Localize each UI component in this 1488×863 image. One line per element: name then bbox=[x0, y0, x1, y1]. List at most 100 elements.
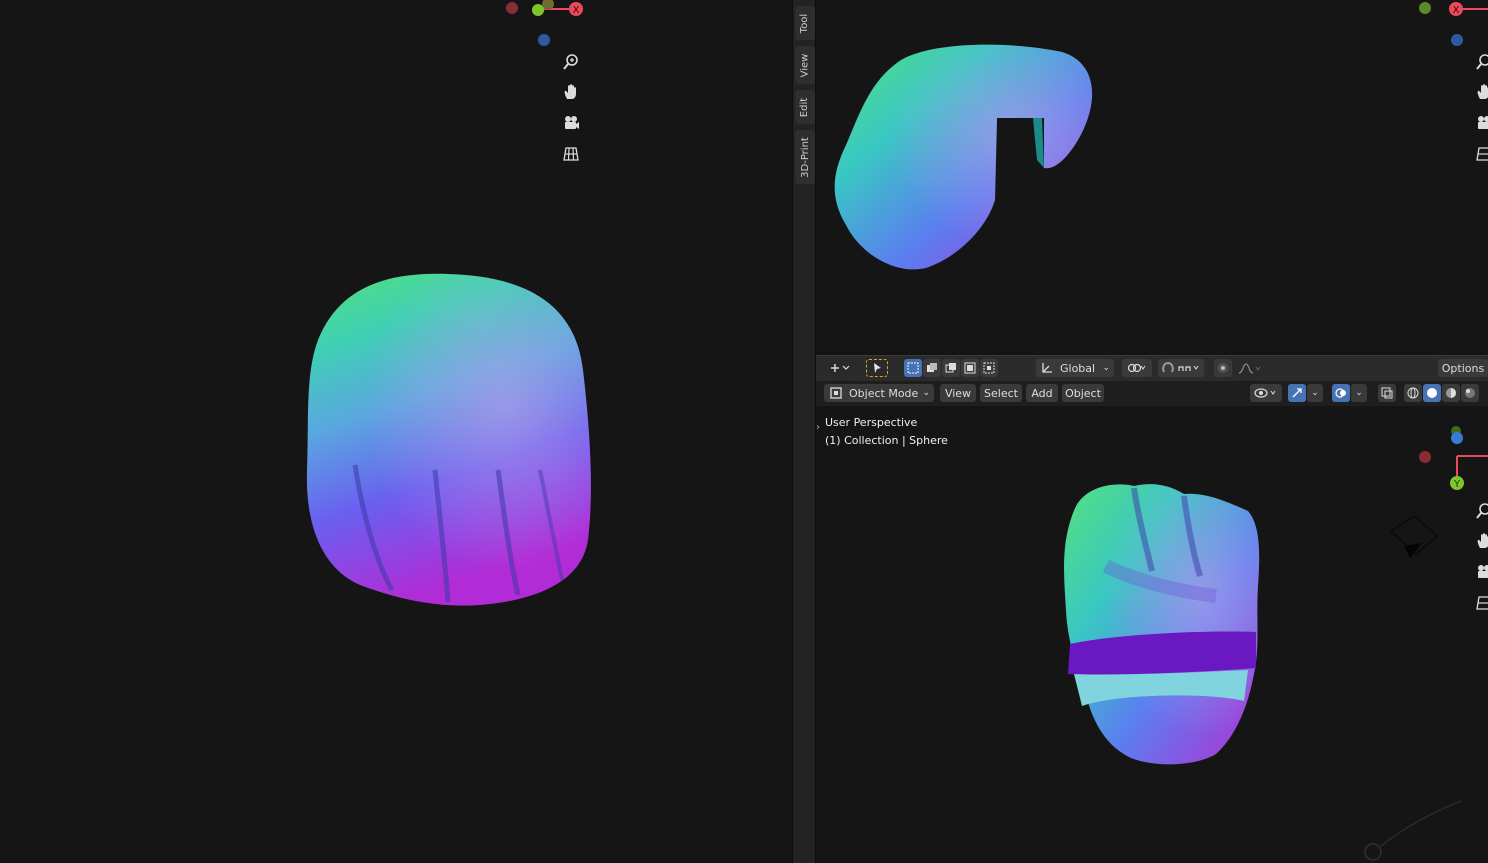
gizmo-dropdown[interactable]: ⌄ bbox=[1307, 384, 1323, 402]
xray-toggle[interactable] bbox=[1378, 384, 1396, 402]
camera-object[interactable] bbox=[1389, 515, 1440, 558]
camera-icon-tr[interactable] bbox=[1472, 111, 1488, 135]
select-mode-invert-button[interactable] bbox=[961, 359, 979, 377]
select-mode-new-button[interactable] bbox=[904, 359, 922, 377]
hand-pan-icon-br[interactable] bbox=[1472, 529, 1488, 553]
link-chain-icon bbox=[1127, 363, 1146, 373]
viewport-header: Object Mode ⌄ View Select Add Object ⌄ ⌄ bbox=[816, 381, 1488, 406]
tool-settings-header: Global ⌄ Options bbox=[816, 355, 1488, 381]
select-extend-icon bbox=[927, 363, 937, 372]
proportional-dot-icon bbox=[1218, 363, 1228, 373]
bottom-right-viewport-canvas: Y bbox=[1062, 426, 1488, 861]
select-invert-icon bbox=[964, 362, 976, 374]
viewport-bottom-right[interactable]: User Perspective (1) Collection | Sphere… bbox=[816, 406, 1488, 863]
magnet-snap-icon bbox=[1162, 361, 1199, 373]
snap-toggle-dropdown[interactable] bbox=[1158, 359, 1204, 377]
material-sphere-icon bbox=[1446, 388, 1456, 398]
overlays-dropdown[interactable]: ⌄ bbox=[1351, 384, 1367, 402]
menu-view-label: View bbox=[944, 386, 972, 400]
shading-wireframe-button[interactable] bbox=[1404, 384, 1422, 402]
options-label: Options bbox=[1441, 361, 1485, 375]
viewport-left[interactable]: X bbox=[0, 0, 792, 863]
wireframe-sphere-icon bbox=[1407, 387, 1419, 399]
menu-object-label: Object bbox=[1065, 386, 1101, 400]
camera-icon-br[interactable] bbox=[1472, 560, 1488, 584]
tab-3d-print-label: 3D-Print bbox=[799, 136, 811, 178]
xray-icon bbox=[1381, 387, 1393, 399]
menu-add-label: Add bbox=[1031, 386, 1053, 400]
select-new-icon bbox=[907, 362, 919, 374]
fist-mesh-bottom-right[interactable] bbox=[1062, 484, 1260, 765]
tab-tool-label: Tool bbox=[799, 13, 811, 33]
shading-solid-button[interactable] bbox=[1423, 384, 1441, 402]
chevron-down-icon: ⌄ bbox=[1311, 388, 1319, 398]
overlays-toggle[interactable] bbox=[1332, 384, 1350, 402]
orientation-label: Global bbox=[1060, 361, 1096, 375]
select-intersect-icon bbox=[983, 362, 995, 374]
chevron-down-icon: ⌄ bbox=[922, 388, 930, 398]
transform-orientation-dropdown[interactable]: Global ⌄ bbox=[1036, 359, 1114, 377]
top-right-viewport-canvas: X bbox=[834, 2, 1488, 270]
select-mode-subtract-button[interactable] bbox=[942, 359, 960, 377]
gizmo-y-label: Y bbox=[1453, 479, 1461, 490]
rendered-sphere-icon bbox=[1465, 388, 1475, 398]
sidebar-tabs: Tool View Edit 3D-Print bbox=[792, 0, 816, 863]
chevron-down-icon: ⌄ bbox=[1355, 388, 1363, 398]
light-object-icon[interactable] bbox=[1364, 843, 1382, 861]
overlay-circles-icon bbox=[1335, 388, 1346, 398]
object-mode-dropdown[interactable]: Object Mode ⌄ bbox=[824, 384, 934, 402]
zoom-icon[interactable] bbox=[559, 50, 583, 74]
gizmo-x-label: X bbox=[573, 5, 580, 16]
chevron-down-icon: ⌄ bbox=[1102, 363, 1110, 373]
orientation-axis-icon bbox=[1042, 363, 1052, 373]
gizmo-arrow-icon bbox=[1292, 388, 1302, 398]
fist-mesh-left[interactable] bbox=[306, 273, 591, 606]
tab-edit-label: Edit bbox=[799, 97, 811, 117]
left-viewport-canvas: X bbox=[306, 0, 591, 606]
menu-select-label: Select bbox=[984, 386, 1018, 400]
select-tool-button[interactable] bbox=[866, 359, 888, 377]
gizmo-toggle[interactable] bbox=[1288, 384, 1306, 402]
transform-pivot-dropdown[interactable] bbox=[824, 359, 856, 377]
menu-object[interactable]: Object bbox=[1062, 384, 1104, 402]
cursor-arrow-icon bbox=[874, 363, 881, 373]
menu-view[interactable]: View bbox=[940, 384, 976, 402]
menu-select[interactable]: Select bbox=[980, 384, 1022, 402]
object-mode-icon bbox=[830, 387, 842, 399]
select-mode-extend-button[interactable] bbox=[923, 359, 941, 377]
zoom-icon-tr[interactable] bbox=[1472, 50, 1488, 74]
eye-icon bbox=[1254, 388, 1276, 398]
tab-tool[interactable]: Tool bbox=[795, 6, 815, 40]
tab-edit[interactable]: Edit bbox=[795, 90, 815, 124]
select-mode-intersect-button[interactable] bbox=[980, 359, 998, 377]
grid-ortho-icon-tr[interactable] bbox=[1472, 142, 1488, 166]
axis-gizmo-left[interactable]: X bbox=[506, 0, 583, 46]
hand-pan-icon[interactable] bbox=[559, 80, 583, 104]
axis-gizmo-bottom-right[interactable]: Y bbox=[1419, 426, 1488, 490]
tab-view[interactable]: View bbox=[795, 46, 815, 84]
solid-sphere-icon bbox=[1427, 388, 1437, 398]
viewport-top-right[interactable]: X bbox=[816, 0, 1488, 352]
options-dropdown[interactable]: Options bbox=[1438, 359, 1488, 377]
axis-gizmo-top-right[interactable]: X bbox=[1419, 2, 1488, 46]
pivot-point-dropdown[interactable] bbox=[1122, 359, 1152, 377]
object-mode-label: Object Mode bbox=[849, 386, 919, 400]
falloff-curve-icon bbox=[1238, 363, 1261, 374]
proportional-editing-toggle[interactable] bbox=[1214, 359, 1232, 377]
camera-icon[interactable] bbox=[559, 111, 583, 135]
shading-rendered-button[interactable] bbox=[1461, 384, 1479, 402]
tab-view-label: View bbox=[799, 53, 811, 77]
grid-ortho-icon-br[interactable] bbox=[1472, 591, 1488, 615]
zoom-icon-br[interactable] bbox=[1472, 499, 1488, 523]
shading-material-button[interactable] bbox=[1442, 384, 1460, 402]
visibility-dropdown[interactable] bbox=[1250, 384, 1282, 402]
fist-mesh-top-right[interactable] bbox=[834, 44, 1093, 270]
grid-ortho-icon[interactable] bbox=[559, 142, 583, 166]
select-subtract-icon bbox=[945, 363, 956, 373]
falloff-dropdown[interactable] bbox=[1234, 359, 1264, 377]
pivot-icon bbox=[831, 364, 850, 372]
menu-add[interactable]: Add bbox=[1026, 384, 1058, 402]
tab-3d-print[interactable]: 3D-Print bbox=[795, 130, 815, 184]
hand-pan-icon-tr[interactable] bbox=[1472, 80, 1488, 104]
gizmo-x-label-top-right: X bbox=[1453, 5, 1460, 16]
